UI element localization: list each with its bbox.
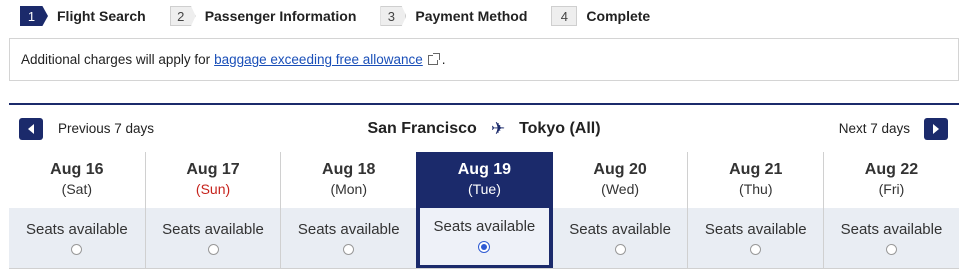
date-label: Aug 18	[322, 161, 376, 178]
seats-available-text: Seats available	[162, 221, 264, 238]
select-radio[interactable]	[750, 244, 762, 255]
day-date: Aug 21 (Thu)	[688, 152, 823, 208]
select-radio[interactable]	[885, 244, 897, 255]
destination-city: Tokyo (All)	[519, 120, 601, 137]
weekday-label: (Sun)	[195, 181, 231, 197]
day-option-aug-22[interactable]: Aug 22 (Fri) Seats available	[823, 152, 959, 268]
day-option-aug-18[interactable]: Aug 18 (Mon) Seats available	[280, 152, 417, 268]
calendar-bottom-border	[9, 268, 959, 269]
day-option-aug-17[interactable]: Aug 17 (Sun) Seats available	[144, 152, 281, 268]
next-week-link[interactable]: Next 7 days	[839, 121, 910, 136]
notice-suffix: .	[441, 52, 446, 67]
select-radio[interactable]	[343, 244, 355, 255]
day-option-aug-16[interactable]: Aug 16 (Sat) Seats available	[9, 152, 145, 268]
day-date: Aug 16 (Sat)	[9, 152, 145, 208]
airplane-icon: ✈	[490, 119, 506, 138]
seat-availability: Seats available	[145, 208, 281, 268]
baggage-allowance-link[interactable]: baggage exceeding free allowance	[214, 52, 423, 67]
chevron-right-icon	[933, 124, 939, 134]
baggage-notice: Additional charges will apply for baggag…	[9, 38, 959, 81]
day-date: Aug 17 (Sun)	[146, 152, 281, 208]
day-date: Aug 20 (Wed)	[553, 152, 688, 208]
step-flight-search: 1 Flight Search	[20, 6, 146, 26]
day-option-aug-20[interactable]: Aug 20 (Wed) Seats available	[551, 152, 688, 268]
seat-availability: Seats available	[9, 208, 145, 268]
select-radio[interactable]	[614, 244, 626, 255]
seats-available-text: Seats available	[433, 218, 536, 235]
seats-available-text: Seats available	[297, 221, 400, 238]
step-label: Passenger Information	[204, 8, 357, 24]
date-label: Aug 19	[457, 161, 512, 178]
step-complete: 4 Complete	[551, 6, 650, 26]
step-label: Payment Method	[415, 8, 528, 24]
weekday-label: (Thu)	[739, 181, 773, 197]
step-number: 4	[551, 6, 578, 26]
origin-city: San Francisco	[367, 120, 477, 137]
select-radio[interactable]	[71, 244, 83, 255]
seat-availability: Seats available	[552, 208, 688, 268]
next-week-button[interactable]	[924, 118, 948, 140]
fare-calendar: Previous 7 days San Francisco ✈ Tokyo (A…	[9, 103, 959, 269]
date-label: Aug 20	[593, 161, 647, 178]
select-radio[interactable]	[207, 244, 219, 255]
step-number: 1	[20, 6, 48, 26]
date-label: Aug 16	[50, 161, 104, 178]
day-date: Aug 18 (Mon)	[281, 152, 416, 208]
day-option-aug-19[interactable]: Aug 19 (Tue) Seats available	[416, 152, 552, 268]
day-columns: Aug 16 (Sat) Seats available Aug 17 (Sun…	[9, 152, 959, 268]
weekday-label: (Mon)	[330, 181, 367, 197]
external-link-icon	[427, 52, 440, 65]
day-option-aug-21[interactable]: Aug 21 (Thu) Seats available	[687, 152, 824, 268]
step-label: Flight Search	[57, 8, 146, 24]
step-passenger-information: 2 Passenger Information	[169, 6, 357, 26]
day-date: Aug 19 (Tue)	[417, 152, 552, 208]
date-label: Aug 21	[729, 161, 783, 178]
step-number: 2	[169, 6, 196, 26]
step-payment-method: 3 Payment Method	[380, 6, 527, 26]
weekday-label: (Sat)	[61, 181, 93, 197]
weekday-label: (Tue)	[467, 181, 501, 197]
weekday-label: (Fri)	[878, 181, 905, 197]
notice-text: Additional charges will apply for	[21, 52, 211, 67]
date-label: Aug 22	[864, 161, 919, 178]
step-label: Complete	[586, 8, 651, 24]
seats-available-text: Seats available	[25, 221, 128, 238]
step-number: 3	[380, 6, 407, 26]
route-title: San Francisco ✈ Tokyo (All)	[9, 119, 959, 139]
weekday-label: (Wed)	[601, 181, 640, 197]
seat-availability: Seats available	[824, 208, 959, 268]
seats-available-text: Seats available	[840, 221, 943, 238]
progress-steps: 1 Flight Search 2 Passenger Information …	[20, 6, 674, 26]
select-radio-checked[interactable]	[478, 241, 491, 253]
seat-availability: Seats available	[281, 208, 417, 268]
seats-available-text: Seats available	[704, 221, 807, 238]
day-date: Aug 22 (Fri)	[824, 152, 959, 208]
calendar-header: Previous 7 days San Francisco ✈ Tokyo (A…	[9, 105, 959, 152]
seat-availability: Seats available	[417, 208, 552, 268]
seats-available-text: Seats available	[569, 221, 671, 238]
seat-availability: Seats available	[688, 208, 824, 268]
date-label: Aug 17	[186, 161, 240, 178]
